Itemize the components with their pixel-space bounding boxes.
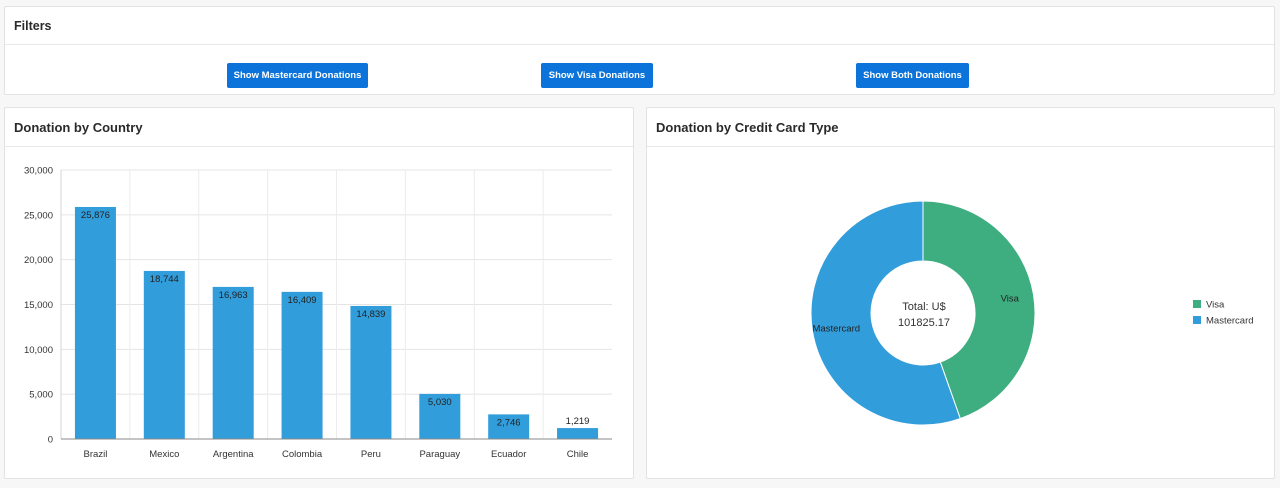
legend-swatch-visa [1193,300,1201,308]
legend-item-label: Mastercard [1206,316,1254,327]
x-tick-label: Chile [567,449,589,460]
y-tick-label: 15,000 [24,300,53,311]
y-tick-label: 5,000 [29,390,53,401]
bar-value-label: 2,746 [497,417,521,428]
donation-by-card-type-chart: Visa Mastercard Total: U$ 101825.17 Visa Mast… [810,200,1254,426]
legend-swatch-mastercard [1193,316,1201,324]
donation-by-card-type-panel: Donation by Credit Card Type Visa Masterc… [646,107,1275,479]
donation-by-country-panel: Donation by Country 0 5,000 10,000 15,000 20… [4,107,634,479]
x-tick-label: Brazil [84,449,108,460]
x-tick-label: Mexico [149,449,179,460]
bar-value-label: 14,839 [356,309,385,320]
bar-brazil [74,206,116,439]
filters-title: Filters [5,7,1274,45]
show-visa-donations-button[interactable]: Show Visa Donations [541,63,653,88]
filters-panel: Filters Show Mastercard Donations Show V… [4,6,1275,95]
donation-by-card-type-title: Donation by Credit Card Type [647,108,1274,147]
bar-value-label: 25,876 [81,210,110,221]
donut-slice-label: Mastercard [813,323,861,334]
donation-by-country-title: Donation by Country [5,108,633,147]
show-both-donations-button[interactable]: Show Both Donations [856,63,969,88]
bar-mexico [143,270,185,439]
show-mastercard-donations-button[interactable]: Show Mastercard Donations [227,63,368,88]
y-tick-label: 0 [48,435,53,446]
y-tick-label: 10,000 [24,345,53,356]
bar-value-label: 5,030 [428,397,452,408]
donut-slice-label: Visa [1001,294,1020,305]
bar-value-label: 18,744 [150,274,179,285]
x-tick-label: Colombia [282,449,323,460]
bar-argentina [212,286,254,439]
y-tick-label: 25,000 [24,210,53,221]
x-tick-label: Ecuador [491,449,526,460]
legend-item-label: Visa [1206,300,1225,311]
x-tick-label: Paraguay [419,449,460,460]
y-tick-label: 20,000 [24,255,53,266]
x-tick-label: Peru [361,449,381,460]
bar-value-label: 16,409 [288,295,317,306]
x-tick-label: Argentina [213,449,254,460]
donut-center-value: 101825.17 [898,317,950,329]
y-tick-label: 30,000 [24,166,53,177]
bar-value-label: 16,963 [219,290,248,301]
bar-value-label: 1,219 [566,416,590,427]
bar-chile [557,428,599,439]
bar-colombia [281,291,323,439]
donut-center-label: Total: U$ [902,301,945,313]
donation-by-country-chart: 0 5,000 10,000 15,000 20,000 25,000 30,000 25,8… [24,166,612,460]
bar-peru [350,305,392,439]
